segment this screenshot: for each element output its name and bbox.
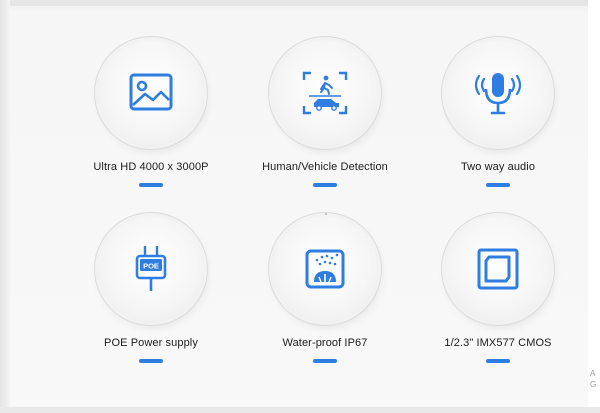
- feature-two-way-audio: Two way audio: [413, 40, 583, 210]
- feature-icon-badge: [272, 40, 378, 146]
- feature-label: Two way audio: [460, 161, 536, 173]
- poe-plug-icon: POE: [135, 246, 167, 291]
- feature-label: Ultra HD 4000 x 3000P: [93, 161, 209, 173]
- feature-underline: [313, 359, 337, 363]
- microphone-icon: [474, 73, 522, 115]
- feature-icon-badge: [98, 40, 204, 146]
- window-right-edge: [588, 0, 600, 413]
- feature-underline: [139, 359, 163, 363]
- feature-poe-power-supply: POE POE Power supply: [66, 216, 236, 386]
- feature-cmos-sensor: 1/2.3" IMX577 CMOS: [413, 216, 583, 386]
- feature-label: Water-proof IP67: [282, 337, 368, 349]
- svg-text:POE: POE: [143, 261, 159, 270]
- window-bottom-edge: [0, 407, 600, 413]
- feature-icon-badge: [445, 216, 551, 322]
- feature-underline: [313, 183, 337, 187]
- feature-icon-badge: [445, 40, 551, 146]
- window-left-edge: [0, 0, 10, 413]
- feature-icon-badge: POE: [98, 216, 204, 322]
- feature-underline: [486, 183, 510, 187]
- water-proof-icon: [305, 249, 345, 289]
- feature-label: 1/2.3" IMX577 CMOS: [444, 337, 552, 349]
- image-icon: [129, 73, 173, 111]
- feature-underline: [139, 183, 163, 187]
- feature-ultra-hd: Ultra HD 4000 x 3000P: [66, 40, 236, 210]
- window-corner-text: A G: [590, 368, 600, 390]
- feature-icon-badge: [272, 216, 378, 322]
- feature-water-proof: Water-proof IP67: [240, 216, 410, 386]
- dust-speck: [325, 213, 327, 215]
- cmos-sensor-icon: [477, 248, 519, 290]
- corner-text-line: G: [590, 380, 597, 389]
- feature-human-vehicle-detection: Human/Vehicle Detection: [240, 40, 410, 210]
- corner-text-line: A: [590, 369, 596, 378]
- feature-underline: [486, 359, 510, 363]
- person-vehicle-detection-icon: [302, 71, 348, 115]
- window-top-edge: [0, 0, 600, 6]
- feature-label: Human/Vehicle Detection: [262, 161, 388, 173]
- feature-label: POE Power supply: [104, 337, 198, 349]
